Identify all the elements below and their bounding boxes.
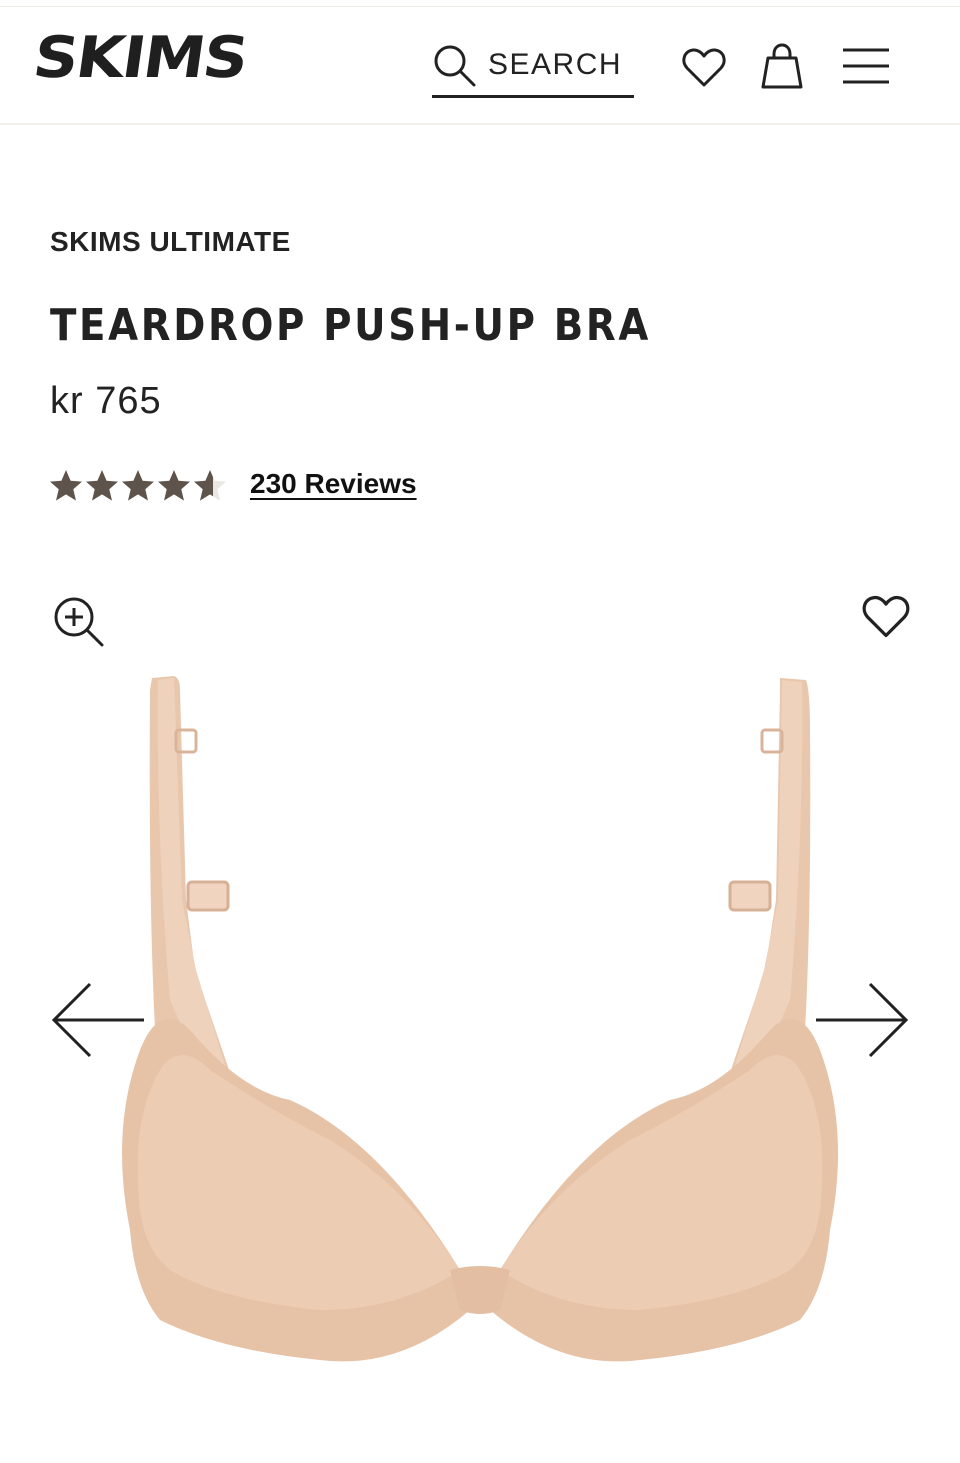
- arrow-right-icon: [816, 982, 909, 1058]
- product-price: kr 765: [50, 380, 162, 422]
- search-field[interactable]: SEARCH: [432, 35, 634, 98]
- collection-label: SKIMS ULTIMATE: [50, 226, 291, 257]
- half-star-icon: [194, 470, 226, 501]
- wishlist-button[interactable]: [680, 43, 728, 96]
- menu-icon: [843, 48, 889, 84]
- zoom-button[interactable]: [50, 593, 106, 654]
- star-icon: [86, 470, 118, 501]
- bag-icon: [761, 43, 803, 89]
- product-gallery: [0, 560, 960, 1463]
- arrow-left-icon: [51, 982, 144, 1058]
- star-icon: [50, 470, 82, 501]
- search-icon: [434, 45, 476, 87]
- zoom-in-icon: [54, 597, 104, 647]
- gallery-wishlist-button[interactable]: [860, 590, 912, 647]
- heart-icon: [862, 595, 910, 638]
- heart-icon: [682, 48, 726, 87]
- menu-button[interactable]: [842, 47, 890, 92]
- star-icon: [158, 470, 190, 501]
- search-label: SEARCH: [488, 48, 623, 81]
- product-title: TEARDROP PUSH-UP BRA: [50, 300, 651, 351]
- star-icon: [122, 470, 154, 501]
- site-header: SKIMS SEARCH: [0, 7, 960, 125]
- next-image-button[interactable]: [814, 980, 910, 1065]
- product-image: [122, 676, 838, 1362]
- star-rating[interactable]: [48, 466, 228, 506]
- bag-button[interactable]: [760, 42, 804, 95]
- reviews-link[interactable]: 230 Reviews: [250, 468, 417, 500]
- previous-image-button[interactable]: [50, 980, 146, 1065]
- skims-logo[interactable]: SKIMS: [29, 23, 251, 90]
